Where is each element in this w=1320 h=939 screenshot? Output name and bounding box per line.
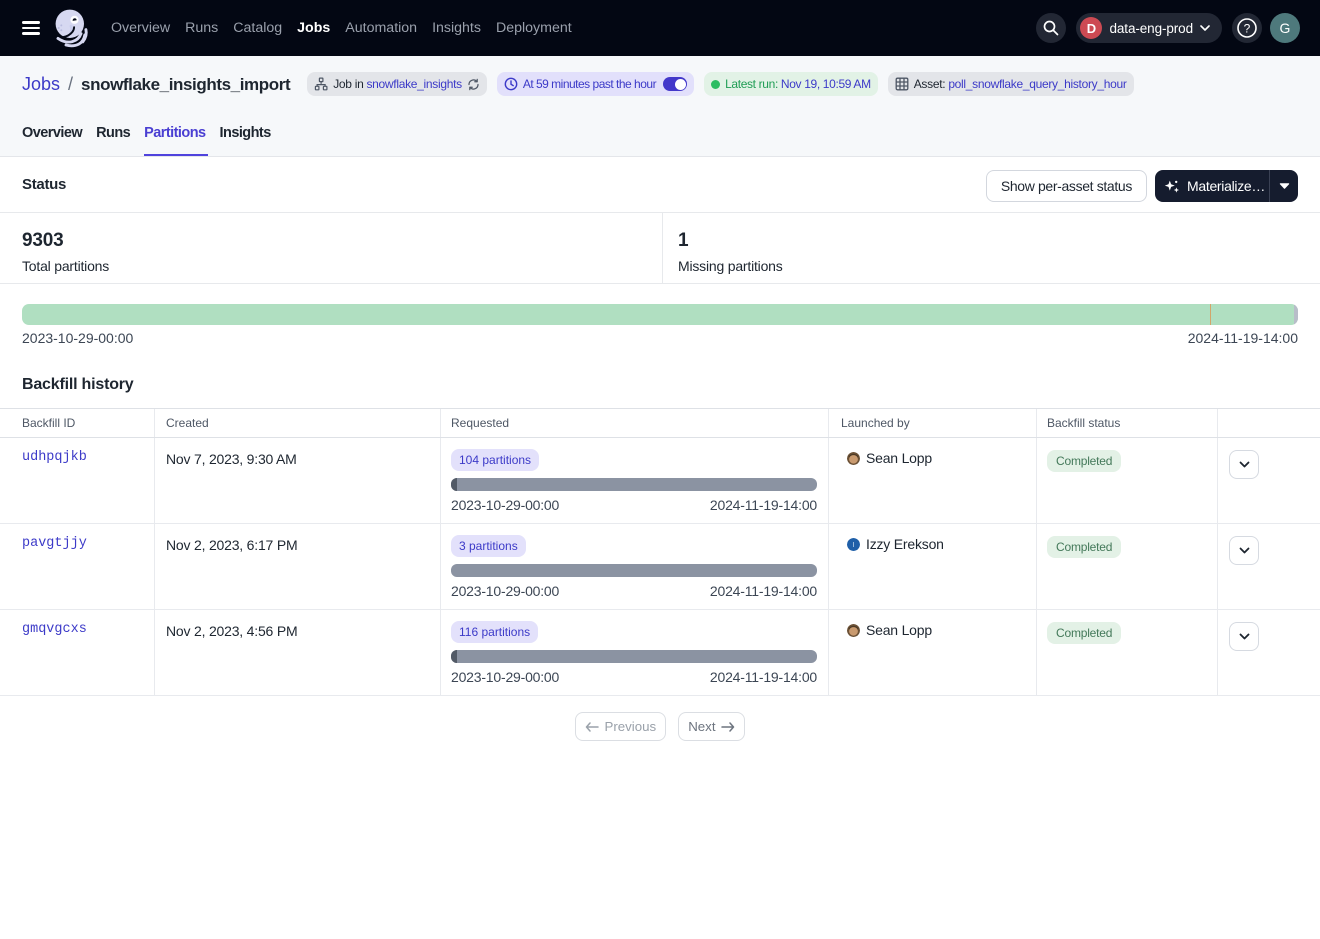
svg-text:?: ?	[1244, 21, 1251, 35]
svg-text:I: I	[853, 542, 855, 549]
